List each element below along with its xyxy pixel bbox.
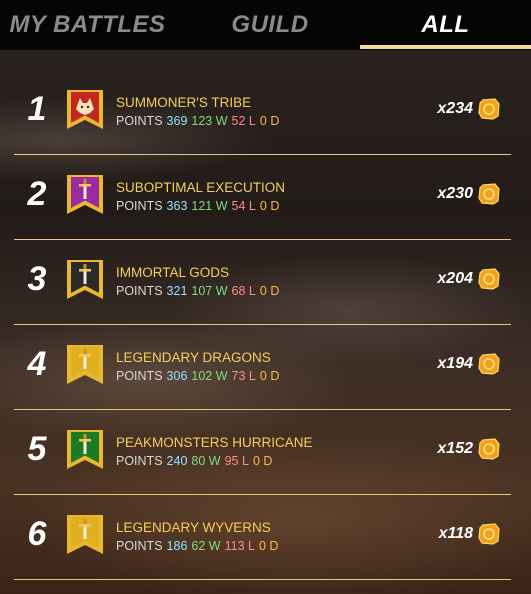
stat-wins: 121 W [191, 199, 228, 213]
team-name[interactable]: SUBOPTIMAL EXECUTION [116, 180, 285, 195]
stat-draws: 0 D [259, 114, 280, 128]
active-tab-indicator [360, 45, 531, 49]
reward-count: x204 [437, 270, 473, 287]
stat-draws: 0 D [259, 284, 280, 298]
rank-number: 3 [27, 260, 47, 298]
team-name[interactable]: LEGENDARY WYVERNS [116, 520, 271, 535]
stat-draws: 0 D [258, 539, 279, 553]
stat-losses: 52 L [231, 114, 256, 128]
reward: x152 [437, 437, 501, 461]
stat-points: 363 [166, 199, 188, 213]
reward-count: x234 [437, 100, 473, 117]
reward: x118 [439, 522, 501, 546]
rank-number: 6 [27, 515, 47, 553]
stat-draws: 0 D [259, 369, 280, 383]
rank-number: 5 [27, 430, 47, 468]
leaderboard-row[interactable]: 2 SUBOPTIMAL EXECUTION POINTS 363 121 W 54 L0… [14, 155, 511, 240]
reward: x230 [437, 182, 501, 206]
sword-banner-icon [66, 259, 104, 300]
merit-coin-icon [477, 437, 501, 461]
rank-number: 4 [27, 345, 47, 383]
stat-points-label: POINTS [116, 114, 163, 128]
reward-count: x194 [437, 355, 473, 372]
team-stats: POINTS 369 123 W 52 L0 D [116, 114, 283, 128]
team-stats: POINTS 363 121 W 54 L0 D [116, 199, 283, 213]
reward-count: x118 [438, 525, 473, 542]
tab-my-battles[interactable]: MY BATTLES [0, 0, 175, 50]
stat-points: 186 [166, 539, 188, 553]
reward-count: x152 [437, 440, 473, 457]
sword-banner-icon [66, 174, 104, 215]
tab-all[interactable]: ALL [360, 0, 531, 50]
reward-count: x230 [437, 185, 473, 202]
team-name[interactable]: PEAKMONSTERS HURRICANE [116, 435, 313, 450]
stat-wins: 123 W [191, 114, 228, 128]
team-stats: POINTS 321 107 W 68 L0 D [116, 284, 283, 298]
stat-draws: 0 D [259, 199, 280, 213]
stat-points-label: POINTS [116, 369, 163, 383]
merit-coin-icon [477, 522, 501, 546]
stat-points: 321 [166, 284, 188, 298]
team-stats: POINTS 240 80 W 95 L0 D [116, 454, 276, 468]
rank-number: 1 [27, 90, 47, 128]
merit-coin-icon [477, 352, 501, 376]
stat-points-label: POINTS [116, 454, 163, 468]
tab-guild[interactable]: GUILD [180, 0, 360, 50]
reward: x204 [437, 267, 501, 291]
stat-points-label: POINTS [116, 199, 163, 213]
rank-number: 2 [27, 175, 47, 213]
team-stats: POINTS 186 62 W 113 L0 D [116, 539, 282, 553]
sword-banner-icon [66, 514, 104, 555]
stat-losses: 54 L [231, 199, 256, 213]
merit-coin-icon [477, 97, 501, 121]
merit-coin-icon [477, 182, 501, 206]
tab-bar: MY BATTLES GUILD ALL [0, 0, 531, 50]
stat-wins: 107 W [191, 284, 228, 298]
reward: x234 [437, 97, 501, 121]
leaderboard-row[interactable]: 5 PEAKMONSTERS HURRICANE POINTS 240 80 W 95 L… [14, 410, 511, 495]
stat-points: 240 [166, 454, 188, 468]
leaderboard-row[interactable]: 4 LEGENDARY DRAGONS POINTS 306 102 W 73 L0 D x… [14, 325, 511, 410]
leaderboard-row[interactable]: 3 IMMORTAL GODS POINTS 321 107 W 68 L0 D x204 [14, 240, 511, 325]
team-name[interactable]: IMMORTAL GODS [116, 265, 229, 280]
stat-losses: 95 L [224, 454, 249, 468]
stat-wins: 102 W [191, 369, 228, 383]
merit-coin-icon [477, 267, 501, 291]
stat-points-label: POINTS [116, 284, 163, 298]
wolf-banner-icon [66, 89, 104, 130]
stat-points-label: POINTS [116, 539, 163, 553]
sword-banner-icon [66, 429, 104, 470]
stat-wins: 80 W [191, 454, 221, 468]
team-name[interactable]: SUMMONER'S TRIBE [116, 95, 251, 110]
leaderboard-row[interactable]: 6 LEGENDARY WYVERNS POINTS 186 62 W 113 L0 D x… [14, 495, 511, 580]
stat-losses: 73 L [231, 369, 256, 383]
stat-draws: 0 D [252, 454, 273, 468]
leaderboard-list: 1 SUMMONER'S TRIBE POINTS 369 123 W 52 L0 Dx2… [0, 70, 531, 580]
stat-losses: 113 L [224, 539, 255, 553]
stat-wins: 62 W [191, 539, 221, 553]
team-name[interactable]: LEGENDARY DRAGONS [116, 350, 271, 365]
stat-losses: 68 L [231, 284, 256, 298]
stat-points: 369 [166, 114, 188, 128]
reward: x194 [437, 352, 501, 376]
team-stats: POINTS 306 102 W 73 L0 D [116, 369, 283, 383]
leaderboard-row[interactable]: 1 SUMMONER'S TRIBE POINTS 369 123 W 52 L0 D x2… [14, 70, 511, 155]
sword-banner-icon [66, 344, 104, 385]
stat-points: 306 [166, 369, 188, 383]
